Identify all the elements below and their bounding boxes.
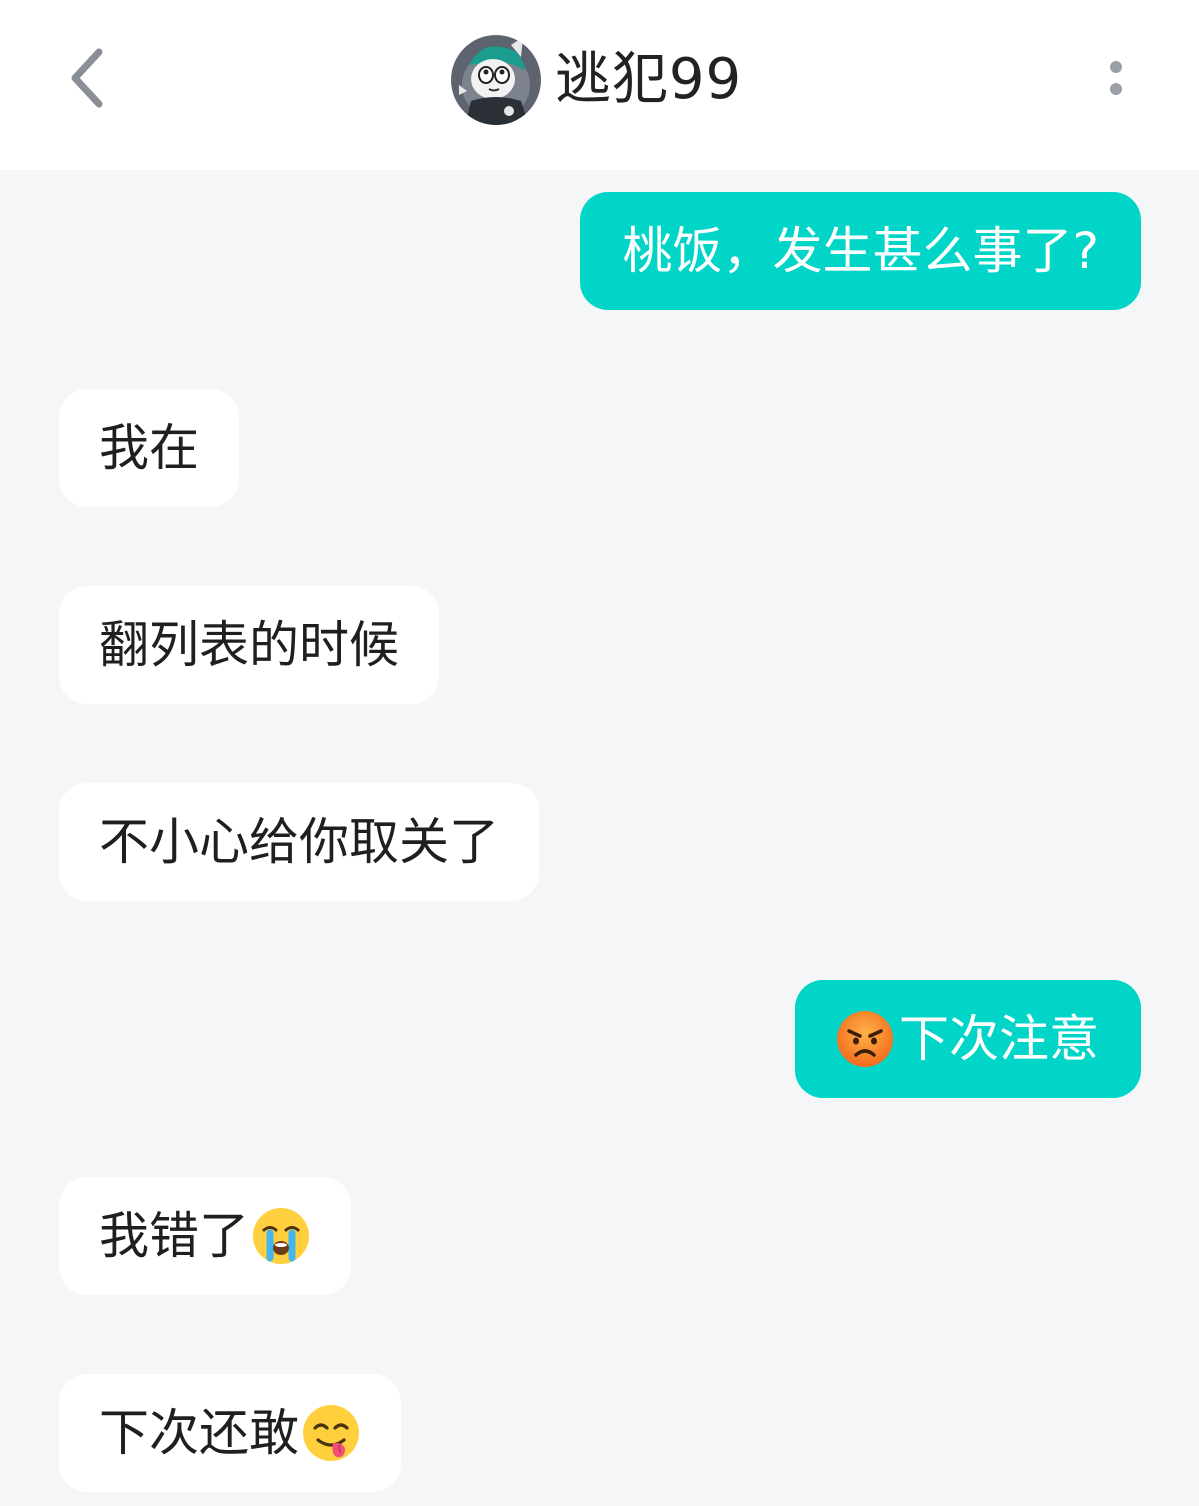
loudly-crying-face-icon (251, 1206, 311, 1266)
message-bubble-incoming[interactable]: 我错了 (59, 1177, 351, 1295)
message-list[interactable]: 桃饭，发生甚么事了? 我在 翻列表的时候 不小心给你取关了 下次注意 我错了 下… (0, 170, 1199, 1506)
message-text: 翻列表的时候 (99, 616, 399, 674)
avatar-illustration (450, 35, 541, 125)
message-text: 桃饭，发生甚么事了? (622, 222, 1099, 280)
message-bubble-outgoing[interactable]: 下次注意 (795, 980, 1141, 1098)
message-text: 我错了 (99, 1207, 249, 1265)
chevron-left-icon (71, 48, 103, 108)
message-bubble-incoming[interactable]: 翻列表的时候 (59, 586, 439, 704)
face-savoring-food-icon (301, 1403, 361, 1463)
message-text: 我在 (99, 419, 199, 477)
chat-title-group: 逃犯99 (450, 35, 743, 125)
avatar[interactable] (450, 35, 541, 125)
message-text: 不小心给你取关了 (99, 813, 499, 871)
chat-header: 逃犯99 (0, 0, 1199, 170)
message-bubble-outgoing[interactable]: 桃饭，发生甚么事了? (580, 192, 1141, 310)
more-vertical-icon-dot (1110, 83, 1122, 95)
chat-title: 逃犯99 (554, 47, 743, 112)
message-bubble-incoming[interactable]: 不小心给你取关了 (59, 783, 539, 901)
more-options-button[interactable] (1092, 48, 1140, 108)
message-bubble-incoming[interactable]: 下次还敢 (59, 1374, 401, 1492)
angry-face-icon (835, 1009, 895, 1069)
message-text: 下次还敢 (99, 1404, 299, 1462)
message-text: 下次注意 (899, 1010, 1099, 1068)
message-bubble-incoming[interactable]: 我在 (59, 389, 239, 507)
back-button[interactable] (52, 38, 122, 118)
more-vertical-icon (1110, 61, 1122, 73)
